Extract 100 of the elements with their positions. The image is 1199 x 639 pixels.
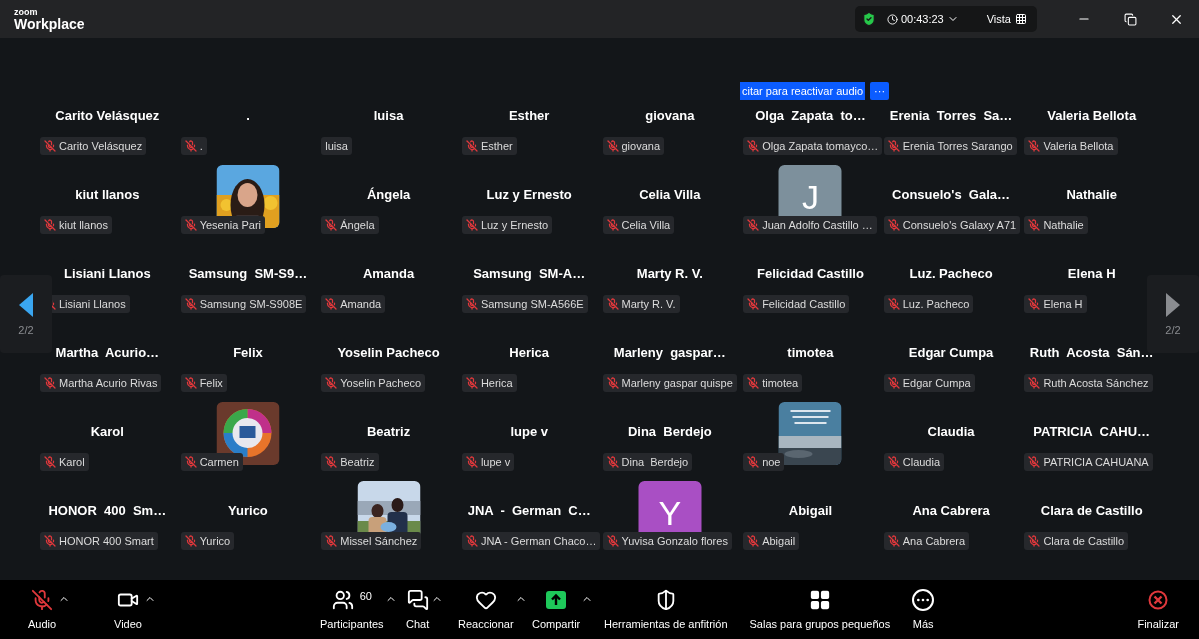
participant-name: Luz y Ernesto: [486, 187, 572, 203]
label-text: Herica: [480, 377, 513, 389]
label-text: Consuelo's Galaxy A71: [902, 219, 1017, 231]
label-text: Karol: [59, 456, 85, 468]
unmute-banner[interactable]: citar para reactivar audio: [740, 82, 866, 100]
label-text: Valeria Bellota: [1043, 140, 1114, 152]
label-text: Elena H: [1043, 298, 1083, 310]
participant-name: Valeria Bellota: [1047, 108, 1137, 124]
grid-icon: [1015, 13, 1027, 25]
label-text: HONOR 400 Smart: [59, 535, 154, 547]
toolbar-button[interactable]: Salas para grupos pequeños: [743, 580, 897, 639]
label-text: Edgar Cumpa: [902, 377, 971, 389]
label-text: Claudia: [902, 456, 941, 468]
label-text: Erenia Torres Sarango: [902, 140, 1013, 152]
label-text: Luz. Pacheco: [902, 298, 970, 310]
participant-name: Olga Zapata to…: [755, 108, 866, 124]
participant-name: Yoselin Pacheco: [337, 345, 440, 361]
participant-name: Herica: [509, 345, 550, 361]
participant-name: Felicidad Castillo: [756, 266, 864, 282]
participant-name: Carito Velásquez: [55, 108, 160, 124]
participant-name: Ana Cabrera: [912, 503, 990, 519]
label-text: Samsung SM-S908E: [199, 298, 303, 310]
participant-name: Claudia: [927, 424, 975, 440]
label-text: Ruth Acosta Sánchez: [1043, 377, 1149, 389]
participant-name: Samsung SM-S9…: [188, 266, 308, 282]
people-icon: [331, 589, 354, 611]
toolbar-button[interactable]: 60 Participantes: [316, 580, 385, 639]
label-text: JNA - German Chaco…: [480, 535, 597, 547]
app-title: Workplace: [14, 16, 85, 31]
share-icon: [546, 591, 567, 609]
toolbar-button[interactable]: Video: [110, 580, 143, 639]
brand-small: zoom: [14, 7, 39, 17]
participant-name: lupe v: [510, 424, 548, 440]
previous-page-button[interactable]: 2/2: [0, 275, 52, 353]
participant-count: 60: [359, 589, 372, 604]
label-text: Olga Zapata tomayco…: [762, 140, 879, 152]
participant-name: luisa: [373, 108, 404, 124]
participant-name: Amanda: [362, 266, 415, 282]
participant-name: Edgar Cumpa: [908, 345, 994, 361]
participant-name: .: [246, 108, 250, 124]
label-text: Esther: [480, 140, 513, 152]
participant-name: Yurico: [228, 503, 268, 519]
label-text: Beatriz: [340, 456, 375, 468]
label-text: Celia Villa: [621, 219, 671, 231]
clock-icon: [886, 13, 898, 25]
label-text: Ana Cabrera: [902, 535, 966, 547]
grid-icon: [808, 589, 831, 611]
participant-name: Karol: [90, 424, 124, 440]
label-text: Marty R. V.: [621, 298, 676, 310]
view-button[interactable]: Vista: [982, 10, 1031, 28]
label-text: .: [199, 140, 203, 152]
label-text: Luz y Ernesto: [480, 219, 549, 231]
next-page-button[interactable]: 2/2: [1147, 275, 1199, 353]
participant-name: giovana: [645, 108, 695, 124]
label-text: giovana: [621, 140, 661, 152]
label-text: Felix: [199, 377, 223, 389]
toolbar-button[interactable]: Audio: [24, 580, 58, 639]
participant-name: Clara de Castillo: [1040, 503, 1143, 519]
toolbar-button[interactable]: Más: [906, 580, 941, 639]
view-text: Vista: [986, 11, 1011, 27]
participant-name: Samsung SM-A…: [473, 266, 586, 282]
label-text: Amanda: [340, 298, 382, 310]
participant-name: Felix: [233, 345, 263, 361]
label-text: Felicidad Castillo: [762, 298, 846, 310]
label-text: Marleny gaspar quispe: [621, 377, 733, 389]
label-text: noe: [762, 456, 781, 468]
more-icon: [912, 589, 935, 611]
participant-name: PATRICIA CAHU…: [1033, 424, 1151, 440]
participant-name: Luz. Pacheco: [909, 266, 993, 282]
label-text: timotea: [762, 377, 799, 389]
participant-name: Consuelo's Gala…: [892, 187, 1011, 203]
label-text: Abigail: [762, 535, 796, 547]
label-text: Samsung SM-A566E: [480, 298, 584, 310]
participant-name: Lisiani Llanos: [63, 266, 151, 282]
toolbar-button[interactable]: Finalizar: [1131, 580, 1185, 639]
more-button[interactable]: ···: [870, 82, 890, 100]
timer-text: 00:43:23: [900, 11, 944, 27]
participant-name: Ángela: [366, 187, 411, 203]
label-text: luisa: [325, 140, 348, 152]
label-text: Yurico: [199, 535, 231, 547]
participant-name: Elena H: [1067, 266, 1116, 282]
label-text: Lisiani Llanos: [59, 298, 126, 310]
toolbar-button[interactable]: Chat: [402, 580, 431, 639]
label-text: Carito Velásquez: [59, 140, 143, 152]
label-text: Clara de Castillo: [1043, 535, 1125, 547]
toolbar-button[interactable]: Compartir: [528, 580, 582, 639]
toolbar-button[interactable]: Herramientas de anfitrión: [598, 580, 734, 639]
participant-name: Nathalie: [1066, 187, 1117, 203]
label-text: Martha Acurio Rivas: [59, 377, 158, 389]
label-text: kiut llanos: [59, 219, 108, 231]
timer-button[interactable]: 00:43:23: [882, 10, 963, 28]
label-text: Yesenia Pari: [199, 219, 261, 231]
heart-icon: [474, 589, 497, 611]
label-text: Missel Sánchez: [340, 535, 418, 547]
participant-name: timotea: [787, 345, 834, 361]
label-text: Nathalie: [1043, 219, 1084, 231]
participant-name: Abigail: [788, 503, 833, 519]
participant-name: Beatriz: [366, 424, 411, 440]
toolbar-button[interactable]: Reaccionar: [454, 580, 515, 639]
participant-name: HONOR 400 Sm…: [48, 503, 167, 519]
